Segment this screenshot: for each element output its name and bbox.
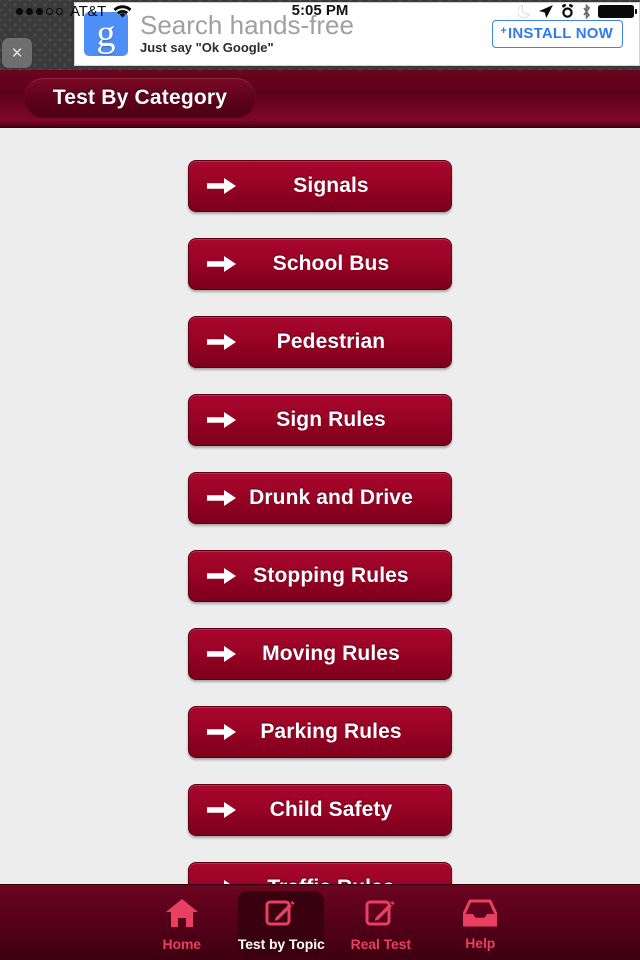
category-button[interactable]: Pedestrian <box>188 316 452 368</box>
category-button[interactable]: Moving Rules <box>188 628 452 680</box>
category-button-label: Stopping Rules <box>253 564 409 587</box>
category-button[interactable]: School Bus <box>188 238 452 290</box>
tab-help[interactable]: Help <box>431 885 531 960</box>
inbox-tray-icon <box>462 899 498 932</box>
category-list-scroll[interactable]: Signals School Bus Pedestrian Sign Rules Dru… <box>0 128 640 884</box>
category-button-label: Traffic Rules <box>237 876 451 884</box>
page-title-label: Test By Category <box>52 86 228 109</box>
install-now-button[interactable]: + INSTALL NOW <box>492 20 623 48</box>
category-button-label: Moving Rules <box>262 642 400 665</box>
category-button-label: Parking Rules <box>260 720 402 743</box>
category-button-label: Pedestrian <box>276 330 386 353</box>
category-button[interactable]: Sign Rules <box>188 394 452 446</box>
tab-label: Help <box>465 934 496 951</box>
arrow-right-icon <box>207 646 236 662</box>
app-header: Test By Category <box>0 68 640 128</box>
tab-label: Test by Topic <box>237 935 325 952</box>
category-button-label: Drunk and Drive <box>249 486 413 509</box>
arrow-right-icon <box>207 724 236 740</box>
category-button[interactable]: Drunk and Drive <box>188 472 452 524</box>
close-ad-button[interactable]: × <box>2 38 32 68</box>
status-bar-time: 5:05 PM <box>291 2 349 19</box>
arrow-right-icon <box>207 802 236 818</box>
status-bar: AT&T 5:05 PM <box>0 0 640 22</box>
category-button-label: School Bus <box>272 252 390 275</box>
arrow-right-icon <box>207 256 236 272</box>
tab-home[interactable]: Home <box>132 885 232 960</box>
category-button[interactable]: Parking Rules <box>188 706 452 758</box>
category-button-label: Child Safety <box>269 798 393 821</box>
arrow-right-icon <box>207 178 236 194</box>
category-button-label: Signals <box>293 174 369 197</box>
category-button[interactable]: Child Safety <box>188 784 452 836</box>
tab-real-test[interactable]: Real Test <box>331 885 431 960</box>
ad-subtitle: Just say "Ok Google" <box>140 40 274 55</box>
arrow-right-icon <box>207 490 236 506</box>
tab-label: Real Test <box>350 935 411 952</box>
edit-note-icon <box>265 898 297 933</box>
tab-label: Home <box>162 935 202 952</box>
arrow-right-icon <box>207 568 236 584</box>
page-title: Test By Category <box>24 78 256 118</box>
install-plus-icon: + <box>500 25 508 37</box>
install-now-label: INSTALL NOW <box>508 25 613 42</box>
bottom-tab-bar: Home Test by Topic Real Test Help <box>0 884 640 960</box>
home-icon <box>165 898 199 933</box>
category-button[interactable]: Signals <box>188 160 452 212</box>
arrow-right-icon <box>207 334 236 350</box>
tab-test-by-topic[interactable]: Test by Topic <box>232 885 332 960</box>
app-root: Signals School Bus Pedestrian Sign Rules Dru… <box>0 0 640 960</box>
arrow-right-icon <box>207 412 236 428</box>
category-button[interactable]: Traffic Rules <box>188 862 452 884</box>
category-button[interactable]: Stopping Rules <box>188 550 452 602</box>
edit-note-icon <box>365 898 397 933</box>
category-button-label: Sign Rules <box>276 408 386 431</box>
category-button-list: Signals School Bus Pedestrian Sign Rules Dru… <box>0 128 640 884</box>
